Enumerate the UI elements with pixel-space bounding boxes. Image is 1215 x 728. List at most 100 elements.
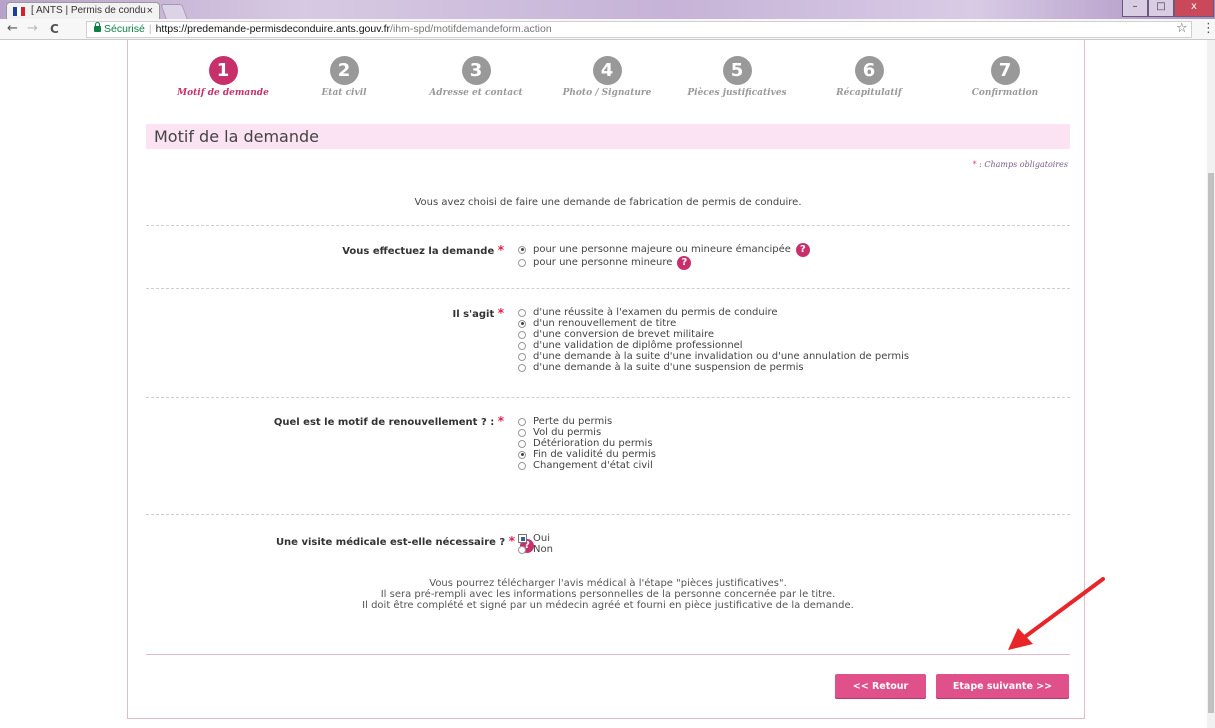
radio-label: d'une demande à la suite d'une suspensio… bbox=[533, 362, 804, 373]
step-3: 3 Adresse et contact bbox=[411, 56, 541, 98]
intro-text: Vous avez choisi de faire une demande de… bbox=[414, 197, 802, 208]
radio-button[interactable] bbox=[518, 341, 526, 350]
scrollbar-thumb[interactable] bbox=[1208, 173, 1214, 713]
radio-button[interactable] bbox=[518, 439, 526, 448]
address-bar[interactable]: Sécurisé | https://predemande-permisdecond… bbox=[86, 21, 1192, 38]
section-title: Motif de la demande bbox=[146, 124, 1070, 149]
step-number: 6 bbox=[854, 56, 884, 85]
radio-label: d'une réussite à l'examen du permis de c… bbox=[533, 307, 778, 318]
checkbox-option[interactable]: Oui bbox=[518, 533, 553, 544]
radio-option[interactable]: Vol du permis bbox=[518, 427, 656, 438]
url-path: /ihm-spd/motifdemandeform.action bbox=[390, 23, 552, 35]
radio-label: Fin de validité du permis bbox=[533, 449, 657, 460]
step-4: 4 Photo / Signature bbox=[542, 56, 672, 98]
tab-close-icon[interactable]: × bbox=[147, 3, 153, 19]
step-7: 7 Confirmation bbox=[940, 56, 1070, 98]
renewal-reason-label-text: Quel est le motif de renouvellement ? : bbox=[273, 417, 495, 428]
step-label: Récapitulatif bbox=[836, 88, 902, 98]
step-label: Photo / Signature bbox=[562, 88, 652, 98]
new-tab-button[interactable] bbox=[160, 4, 188, 19]
browser-tab[interactable]: [ ANTS | Permis de condu × bbox=[6, 2, 160, 19]
radio-label: pour une personne majeure ou mineure éma… bbox=[533, 244, 791, 255]
requester-radio-group: pour une personne majeure ou mineure éma… bbox=[518, 242, 810, 270]
step-number: 1 bbox=[208, 56, 238, 85]
medical-visit-label-text: Une visite médicale est-elle nécessaire … bbox=[275, 537, 506, 548]
radio-option[interactable]: d'une conversion de brevet militaire bbox=[518, 329, 909, 340]
radio-option[interactable]: d'une demande à la suite d'une suspensio… bbox=[518, 362, 909, 373]
divider bbox=[146, 225, 1070, 226]
help-icon[interactable]: ? bbox=[677, 255, 692, 270]
radio-option[interactable]: Fin de validité du permis bbox=[518, 449, 656, 460]
requester-label-text: Vous effectuez la demande bbox=[342, 246, 495, 257]
radio-option[interactable]: pour une personne majeure ou mineure éma… bbox=[518, 242, 810, 257]
request-type-radio-group: d'une réussite à l'examen du permis de c… bbox=[518, 307, 909, 373]
lock-icon bbox=[94, 22, 101, 32]
radio-button-selected[interactable] bbox=[518, 450, 526, 459]
info-line: Il doit être complété et signé par un mé… bbox=[362, 600, 854, 611]
option-label: Oui bbox=[533, 533, 550, 544]
radio-label: pour une personne mineure bbox=[533, 257, 673, 268]
window-close-button[interactable]: x bbox=[1174, 0, 1214, 17]
radio-option[interactable]: d'un renouvellement de titre bbox=[518, 318, 909, 329]
radio-button[interactable] bbox=[518, 461, 526, 470]
radio-label: d'une conversion de brevet militaire bbox=[533, 329, 715, 340]
radio-option[interactable]: d'une réussite à l'examen du permis de c… bbox=[518, 307, 909, 318]
required-star: * bbox=[497, 414, 504, 428]
radio-label: Vol du permis bbox=[533, 427, 602, 438]
divider bbox=[146, 397, 1070, 398]
back-arrow-icon[interactable]: ← bbox=[7, 21, 18, 37]
red-arrow-annotation bbox=[1008, 577, 1105, 650]
step-number: 7 bbox=[990, 56, 1020, 85]
radio-button[interactable] bbox=[518, 363, 526, 372]
browser-tab-title: [ ANTS | Permis de condu bbox=[31, 5, 146, 16]
radio-button[interactable] bbox=[518, 545, 526, 554]
step-6: 6 Récapitulatif bbox=[804, 56, 934, 98]
radio-button[interactable] bbox=[518, 258, 526, 267]
required-fields-note: * : Champs obligatoires bbox=[973, 160, 1068, 169]
step-label: Etat civil bbox=[321, 88, 367, 98]
reload-icon[interactable]: C bbox=[50, 21, 59, 37]
request-type-label: Il s'agit * bbox=[452, 306, 504, 320]
window-restore-button[interactable]: □ bbox=[1148, 0, 1174, 17]
url-host: https://predemande-permisdeconduire.ants… bbox=[155, 23, 391, 35]
browser-tab-strip: [ ANTS | Permis de condu × – □ x bbox=[0, 0, 1215, 19]
radio-option[interactable]: Changement d'état civil bbox=[518, 460, 656, 471]
radio-button[interactable] bbox=[518, 330, 526, 339]
radio-label: d'un renouvellement de titre bbox=[533, 318, 677, 329]
required-star: * bbox=[508, 534, 515, 548]
radio-button-selected[interactable] bbox=[518, 245, 526, 254]
radio-option[interactable]: Détérioration du permis bbox=[518, 438, 656, 449]
bookmark-star-icon[interactable]: ☆ bbox=[1176, 21, 1188, 36]
step-1: 1 Motif de demande bbox=[158, 56, 288, 98]
next-step-button[interactable]: Etape suivante >> bbox=[936, 674, 1069, 699]
window-minimize-button[interactable]: – bbox=[1122, 0, 1148, 17]
browser-toolbar: ← → C Sécurisé | https://predemande-permis… bbox=[0, 19, 1215, 40]
step-number: 2 bbox=[329, 56, 359, 85]
radio-button[interactable] bbox=[518, 308, 526, 317]
radio-option[interactable]: Non bbox=[518, 544, 553, 555]
radio-button[interactable] bbox=[518, 428, 526, 437]
back-button[interactable]: << Retour bbox=[835, 674, 926, 699]
step-number: 5 bbox=[722, 56, 752, 85]
required-star: * bbox=[497, 306, 504, 320]
radio-option[interactable]: d'une demande à la suite d'une invalidat… bbox=[518, 351, 909, 362]
requester-label: Vous effectuez la demande * bbox=[342, 243, 504, 257]
help-icon[interactable]: ? bbox=[795, 242, 810, 257]
checkbox-checked[interactable] bbox=[518, 534, 527, 543]
browser-menu-icon[interactable]: ⋮ bbox=[1202, 21, 1215, 36]
radio-button-selected[interactable] bbox=[518, 319, 526, 328]
radio-button[interactable] bbox=[518, 417, 526, 426]
radio-button[interactable] bbox=[518, 352, 526, 361]
divider bbox=[146, 288, 1070, 289]
forward-arrow-icon[interactable]: → bbox=[27, 21, 38, 37]
radio-option[interactable]: d'une validation de diplôme professionne… bbox=[518, 340, 909, 351]
secure-label: Sécurisé bbox=[104, 23, 145, 35]
radio-option[interactable]: pour une personne mineure? bbox=[518, 255, 810, 270]
renewal-reason-label: Quel est le motif de renouvellement ? : … bbox=[274, 414, 504, 428]
step-number: 4 bbox=[592, 56, 622, 85]
step-label: Pièces justificatives bbox=[687, 88, 787, 98]
radio-label: d'une demande à la suite d'une invalidat… bbox=[533, 351, 910, 362]
url-separator: | bbox=[148, 23, 152, 35]
radio-label: Changement d'état civil bbox=[533, 460, 653, 471]
radio-option[interactable]: Perte du permis bbox=[518, 416, 656, 427]
